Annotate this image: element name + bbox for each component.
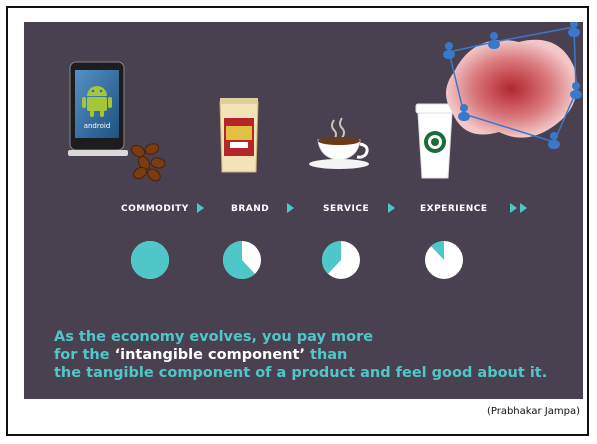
coffee-cup-icon — [309, 117, 369, 169]
social-network-icon — [443, 22, 582, 149]
stage-label-experience: EXPERIENCE — [420, 204, 488, 214]
arrow-icon — [510, 203, 517, 213]
caption-line-3: the tangible component of a product and … — [54, 365, 548, 381]
caption-line-2: for the ‘intangible component’ than — [54, 346, 574, 364]
arrow-icon — [197, 203, 204, 213]
stage-label-brand: BRAND — [231, 204, 270, 214]
credit: (Prabhakar Jampa) — [486, 406, 580, 417]
coffee-bag-icon — [219, 98, 259, 173]
pie-slice — [131, 241, 169, 279]
stage-label-commodity: COMMODITY — [121, 204, 189, 214]
coffee-beans-icon — [130, 143, 166, 182]
pie-experience — [425, 241, 463, 279]
pie-service — [322, 241, 360, 279]
caption: As the economy evolves, you pay more for… — [54, 328, 574, 382]
caption-line-2-pre: for the — [54, 347, 115, 363]
phone-brand-text: android — [84, 122, 111, 130]
pie-commodity — [131, 241, 169, 279]
arrow-icon — [388, 203, 395, 213]
arrow-icon — [520, 203, 527, 213]
caption-line-1: As the economy evolves, you pay more — [54, 329, 374, 345]
caption-line-2-post: than — [304, 347, 348, 363]
pie-brand — [223, 241, 261, 279]
android-phone-icon: android — [68, 61, 128, 156]
infographic-panel: android COMMODITY BRAND SERVICE EXPERIEN… — [24, 22, 583, 399]
caption-highlight: ‘intangible component’ — [114, 347, 305, 363]
stage-label-service: SERVICE — [323, 204, 370, 214]
arrow-icon — [287, 203, 294, 213]
